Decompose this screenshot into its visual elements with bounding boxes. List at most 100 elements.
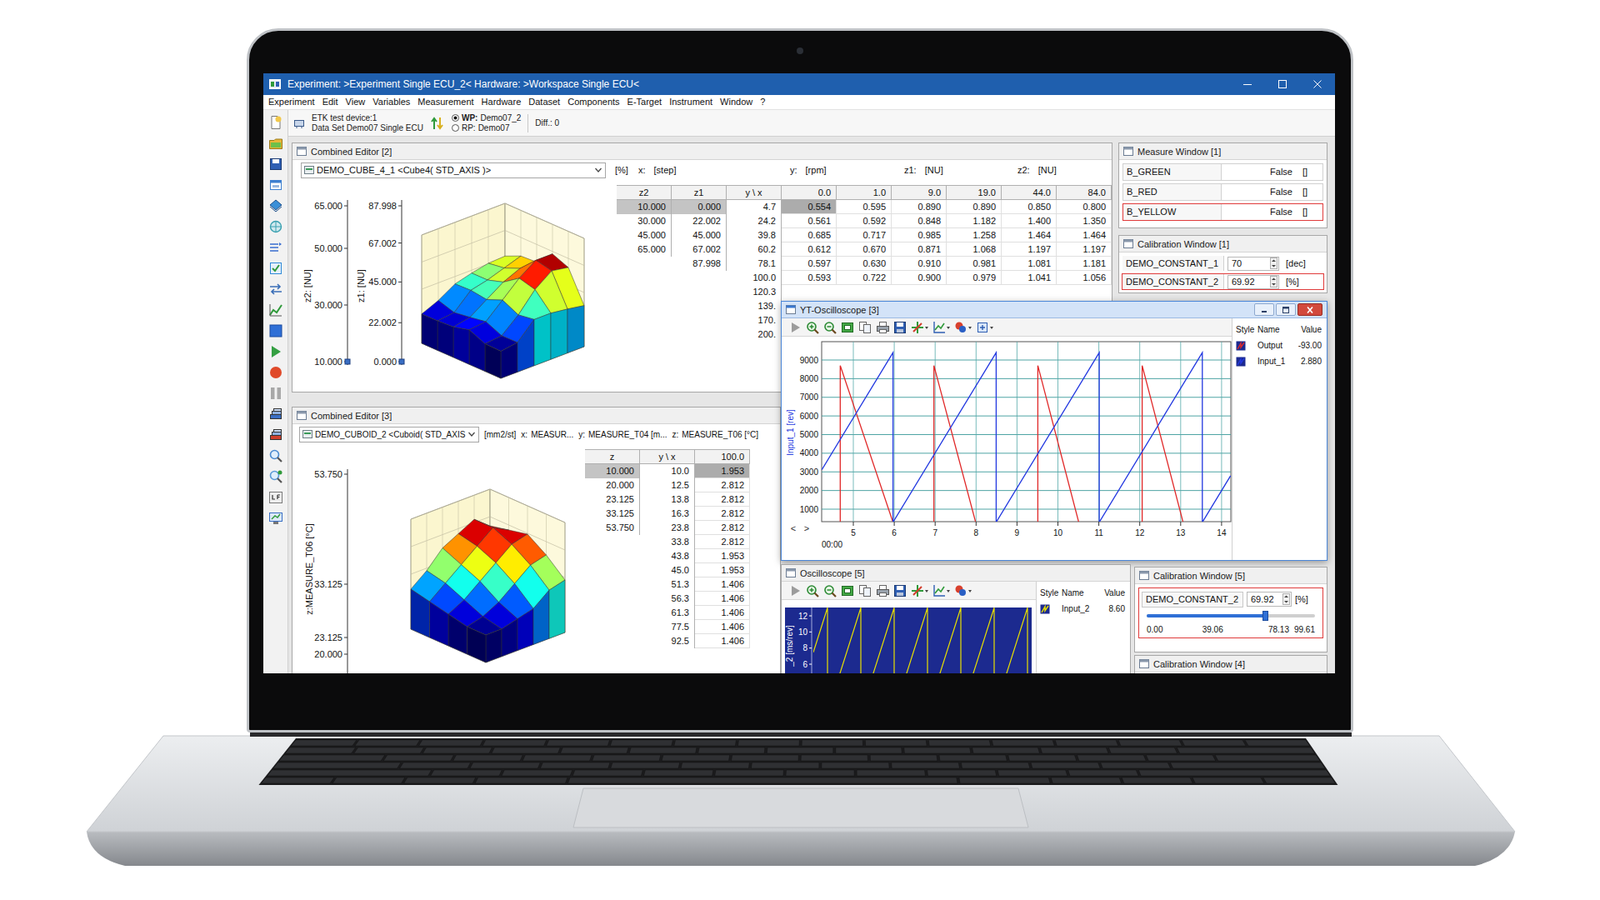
axis-cell[interactable]: 12.5	[640, 478, 695, 493]
copy-icon[interactable]	[858, 320, 873, 335]
axis-cell[interactable]: 33.125	[585, 506, 640, 521]
value-cell[interactable]: 1.406	[695, 577, 750, 592]
layout-icon[interactable]	[975, 320, 995, 335]
hardware-device-icon[interactable]	[293, 117, 305, 130]
value-cell[interactable]: 0.850	[1001, 200, 1057, 215]
value-cell[interactable]: 2.812	[695, 492, 750, 507]
axis-cell[interactable]: 43.8	[640, 549, 695, 564]
minimize-button[interactable]	[1230, 73, 1265, 95]
value-cell[interactable]: 1.197	[1001, 242, 1057, 257]
axis-cell[interactable]: 23.8	[640, 520, 695, 535]
play-icon[interactable]	[788, 584, 803, 598]
value-cell[interactable]: 0.848	[891, 214, 947, 229]
value-cell[interactable]: 1.406	[695, 605, 750, 620]
axis-cell[interactable]: 39.8	[726, 228, 781, 243]
parameter-value[interactable]: 69.92	[1246, 591, 1292, 607]
yt-plot[interactable]: 9000800070006000500040003000200010005678…	[781, 336, 1232, 559]
zoom-in-icon[interactable]	[805, 320, 820, 335]
check-icon[interactable]	[268, 260, 284, 276]
axis-cell[interactable]: 45.000	[671, 228, 726, 243]
open-folder-icon[interactable]	[268, 135, 284, 151]
cursor-icon[interactable]	[910, 584, 930, 598]
minimize-button[interactable]	[1254, 303, 1275, 316]
axis-cell[interactable]: 56.3	[640, 591, 695, 606]
slider-thumb[interactable]	[1262, 610, 1269, 621]
value-cell[interactable]: 0.985	[891, 228, 947, 243]
value-cell[interactable]: 1.197	[1056, 242, 1112, 257]
value-cell[interactable]: 1.350	[1056, 214, 1112, 229]
combined-editor-window[interactable]: Combined Editor [3]DEMO_CUBOID_2 <Cuboid…	[291, 406, 781, 674]
spinner-icon[interactable]	[1270, 275, 1278, 288]
menu-item[interactable]: E-Target	[627, 95, 663, 110]
maximize-button[interactable]	[1275, 303, 1296, 316]
save-icon[interactable]	[893, 320, 908, 335]
window-title-bar[interactable]: Calibration Window [5]	[1135, 567, 1327, 585]
value-cell[interactable]: 2.812	[695, 478, 750, 493]
calibration-row[interactable]: DEMO_CONSTANT_269.92[%]	[1121, 273, 1325, 290]
record-icon[interactable]	[268, 365, 284, 380]
axis-cell[interactable]: 61.3	[640, 605, 695, 620]
scroll-right-button[interactable]: >	[804, 523, 810, 534]
chart-icon[interactable]	[932, 320, 951, 335]
value-cell[interactable]: 1.068	[946, 242, 1002, 257]
legend-row[interactable]: Input_28.60	[1040, 602, 1127, 615]
value-cell[interactable]: 0.981	[946, 256, 1002, 271]
spinner-icon[interactable]	[1282, 593, 1290, 605]
variable-dropdown[interactable]: DEMO_CUBE_4_1 <Cube4( STD_AXIS )>	[300, 162, 606, 179]
color-icon[interactable]	[954, 320, 973, 335]
fit-view-icon[interactable]	[840, 584, 855, 598]
axis-cell[interactable]: 45.0	[640, 563, 695, 578]
value-cell[interactable]: 0.900	[891, 270, 947, 285]
window-layout-icon[interactable]	[268, 177, 284, 193]
axis-cell[interactable]: 53.750	[585, 520, 640, 535]
axis-cell[interactable]: 10.0	[640, 464, 695, 479]
value-cell[interactable]: 0.890	[891, 200, 947, 215]
window-title-bar[interactable]: Measure Window [1]	[1119, 143, 1327, 160]
axis-cell[interactable]: 22.002	[671, 214, 726, 229]
legend-row[interactable]: Output-93.00	[1235, 339, 1324, 352]
axis-cell[interactable]: 20.000	[585, 478, 640, 493]
zoom-out-icon[interactable]	[823, 584, 838, 598]
window-title-bar[interactable]: Oscilloscope [5]	[781, 565, 1130, 582]
value-cell[interactable]: 1.406	[695, 634, 750, 649]
value-cell[interactable]: 1.464	[1001, 228, 1057, 243]
window-title-bar[interactable]: Combined Editor [2]	[292, 143, 1112, 160]
value-cell[interactable]: 1.258	[946, 228, 1002, 243]
value-cell[interactable]: 1.953	[695, 563, 750, 578]
value-cell[interactable]: 1.406	[695, 620, 750, 635]
menu-item[interactable]: Edit	[322, 95, 339, 110]
axis-cell[interactable]: 16.3	[640, 506, 695, 521]
cursor-icon[interactable]	[910, 320, 930, 335]
value-cell[interactable]: 0.612	[781, 242, 837, 257]
value-cell[interactable]: 0.800	[1056, 200, 1112, 215]
value-cell[interactable]: 1.953	[695, 464, 750, 479]
print-icon[interactable]	[875, 584, 890, 598]
value-cell[interactable]: 0.593	[781, 270, 837, 285]
axis-cell[interactable]: 51.3	[640, 577, 695, 592]
new-document-icon[interactable]	[268, 115, 284, 130]
page-radio[interactable]: RP:Demo07	[451, 123, 521, 134]
value-cell[interactable]: 1.406	[695, 591, 750, 606]
axis-cell[interactable]: 120.3	[726, 285, 781, 300]
save-icon[interactable]	[893, 584, 908, 598]
dataset-icon[interactable]	[268, 198, 284, 214]
value-cell[interactable]: 0.595	[836, 200, 892, 215]
value-cell[interactable]: 0.890	[946, 200, 1002, 215]
value-cell[interactable]: 0.722	[836, 270, 892, 285]
value-cell[interactable]: 0.871	[891, 242, 947, 257]
axis-cell[interactable]: 45.000	[616, 228, 671, 243]
graph-icon[interactable]	[268, 302, 284, 318]
legend-row[interactable]: Input_12.880	[1235, 355, 1324, 368]
value-cell[interactable]: 2.812	[695, 535, 750, 550]
monitor-icon[interactable]	[268, 510, 284, 526]
close-button[interactable]	[1300, 73, 1335, 95]
value-cell[interactable]: 2.812	[695, 520, 750, 535]
units-icon[interactable]	[268, 490, 284, 505]
menu-item[interactable]: ?	[760, 95, 765, 110]
zoom-in-icon[interactable]	[805, 584, 820, 598]
value-cell[interactable]: 0.561	[781, 214, 837, 229]
measure-window[interactable]: Measure Window [1]B_GREENFalse[]B_REDFal…	[1118, 142, 1328, 229]
axis-cell[interactable]: 10.000	[616, 200, 671, 215]
stack-icon[interactable]	[268, 406, 284, 422]
parameter-value[interactable]: 69.92	[1227, 275, 1280, 290]
